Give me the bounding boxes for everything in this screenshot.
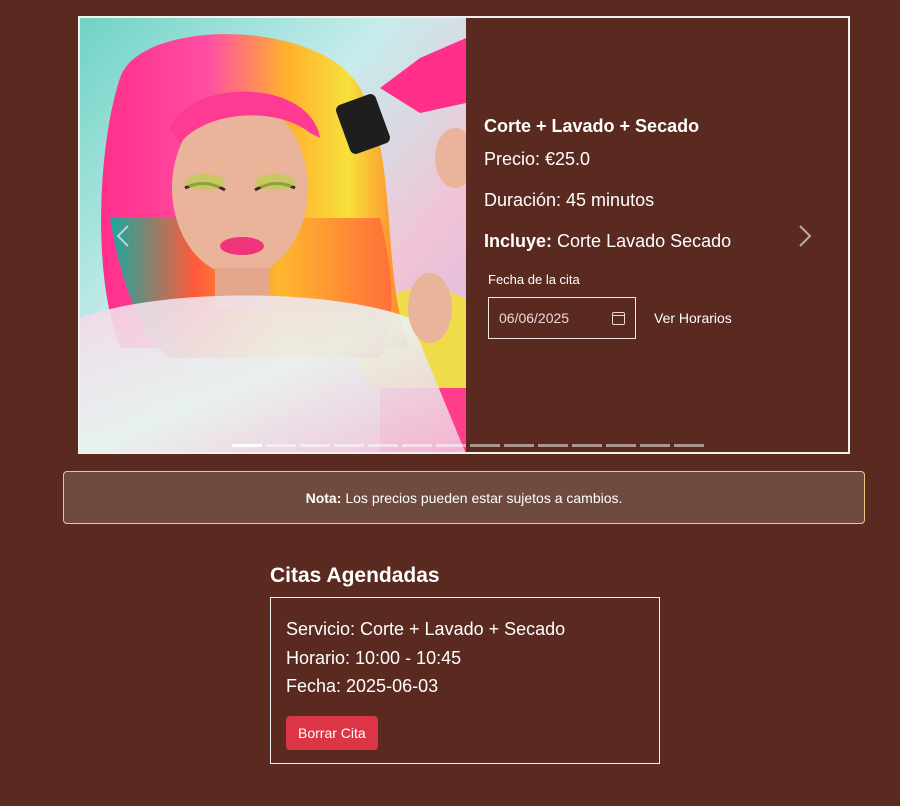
appointment-date: Fecha: 2025-06-03: [286, 676, 439, 696]
carousel-indicator[interactable]: [572, 444, 602, 447]
carousel-prev-button[interactable]: [112, 224, 136, 248]
service-price: Precio: €25.0: [484, 149, 591, 169]
includes-text: Corte Lavado Secado: [557, 231, 732, 251]
date-label: Fecha de la cita: [488, 272, 580, 287]
date-input[interactable]: 06/06/2025: [488, 297, 636, 339]
view-schedule-button[interactable]: Ver Horarios: [654, 310, 732, 326]
note-bold: Nota:: [305, 489, 342, 506]
carousel-indicator[interactable]: [606, 444, 636, 447]
carousel-indicators: [232, 444, 704, 447]
service-image: [80, 18, 466, 452]
carousel-indicator[interactable]: [504, 444, 534, 447]
carousel-indicator[interactable]: [266, 444, 296, 447]
carousel-indicator[interactable]: [470, 444, 500, 447]
carousel-indicator[interactable]: [402, 444, 432, 447]
page: Corte + Lavado + Secado Precio: €25.0 Du…: [0, 0, 900, 806]
chevron-right-icon: [799, 225, 812, 247]
delete-appointment-button[interactable]: Borrar Cita: [286, 715, 378, 750]
carousel-indicator[interactable]: [368, 444, 398, 447]
carousel-next-button[interactable]: [792, 224, 816, 248]
carousel-indicator[interactable]: [300, 444, 330, 447]
service-title: Corte + Lavado + Secado: [484, 116, 700, 136]
includes-heading: Incluye:: [484, 231, 553, 251]
appointment-service: Servicio: Corte + Lavado + Secado: [286, 619, 566, 639]
date-value: 06/06/2025: [499, 310, 570, 326]
note-text: Los precios pueden estar sujetos a cambi…: [345, 489, 623, 506]
carousel-indicator[interactable]: [640, 444, 670, 447]
appointment-card: Servicio: Corte + Lavado + Secado Horari…: [270, 597, 660, 764]
appointment-schedule: Horario: 10:00 - 10:45: [286, 647, 462, 668]
carousel-indicator[interactable]: [334, 444, 364, 447]
carousel-indicator[interactable]: [436, 444, 466, 447]
service-info: Corte + Lavado + Secado Precio: €25.0 Du…: [484, 116, 824, 339]
calendar-icon[interactable]: [612, 311, 625, 325]
carousel-indicator[interactable]: [232, 444, 262, 447]
chevron-left-icon: [116, 225, 129, 247]
appointments-title: Citas Agendadas: [270, 564, 440, 587]
carousel-indicator[interactable]: [538, 444, 568, 447]
price-note: Nota: Los precios pueden estar sujetos a…: [63, 471, 865, 524]
service-duration: Duración: 45 minutos: [484, 190, 655, 210]
service-includes: Incluye: Corte Lavado Secado: [484, 231, 824, 252]
service-carousel: Corte + Lavado + Secado Precio: €25.0 Du…: [78, 16, 850, 454]
date-row: 06/06/2025 Ver Horarios: [488, 297, 824, 339]
carousel-indicator[interactable]: [674, 444, 704, 447]
